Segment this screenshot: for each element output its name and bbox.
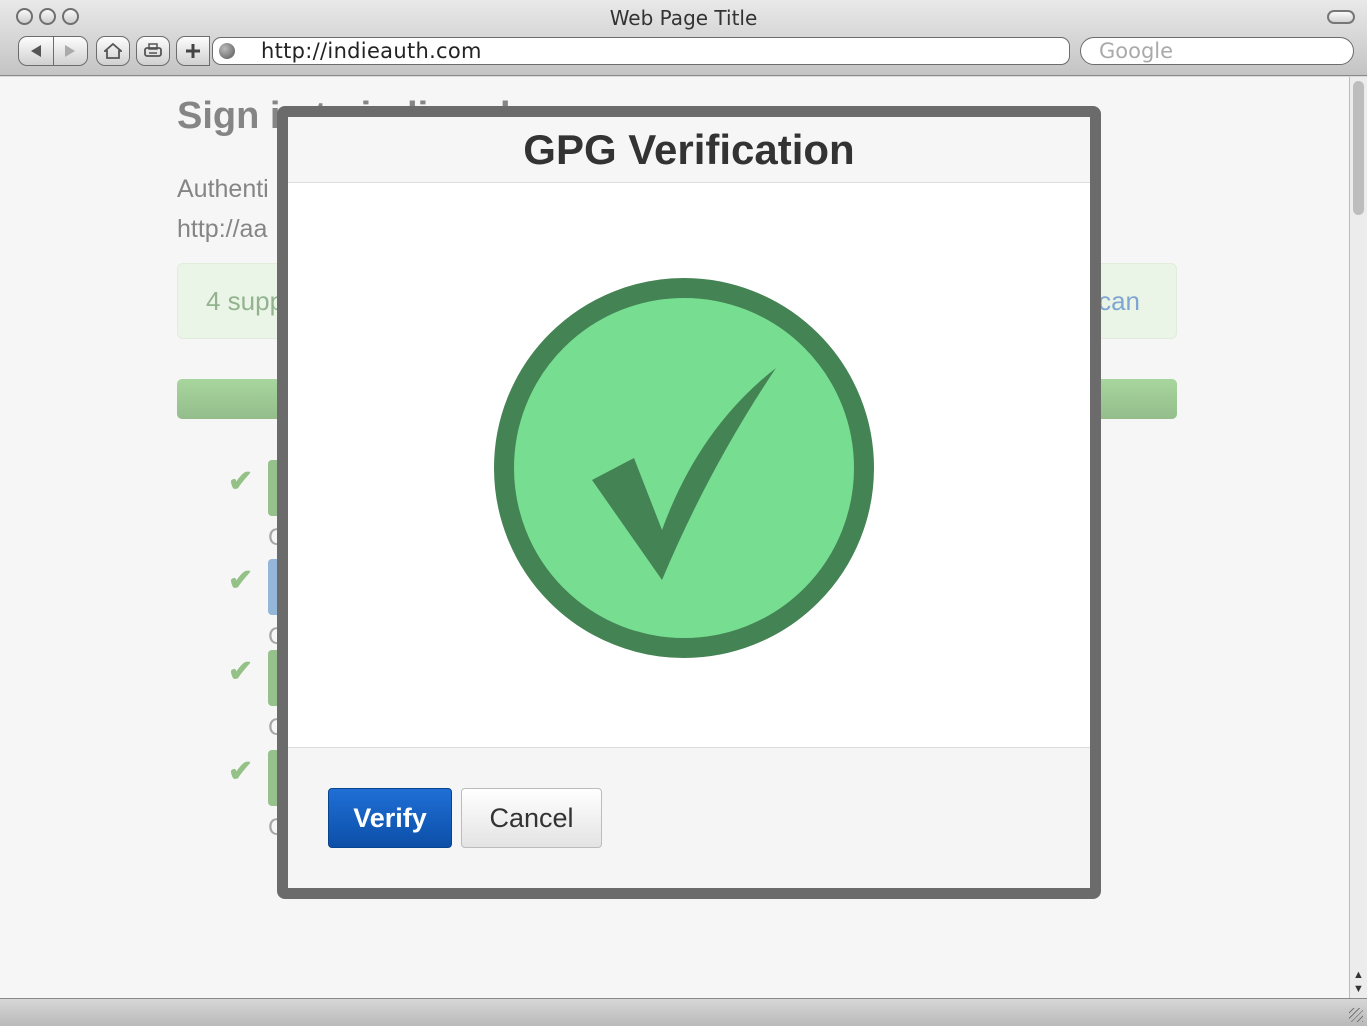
scroll-up-icon[interactable]: ▲ (1352, 969, 1365, 982)
home-icon (104, 43, 122, 59)
modal-header: GPG Verification (288, 117, 1090, 183)
back-button[interactable] (19, 37, 53, 65)
gpg-verification-dialog: GPG Verification Verify Cancel (288, 117, 1090, 888)
back-icon (30, 45, 41, 57)
add-bookmark-button[interactable] (176, 36, 210, 66)
search-placeholder: Google (1099, 39, 1174, 63)
scroll-down-icon[interactable]: ▼ (1352, 983, 1365, 996)
address-bar-text: http://indieauth.com (261, 39, 482, 63)
modal-body (288, 183, 1090, 747)
add-bookmark-icon (186, 44, 200, 58)
nav-buttons (18, 36, 88, 66)
forward-icon (65, 45, 76, 57)
search-field[interactable]: Google (1080, 37, 1354, 65)
globe-icon (219, 43, 235, 59)
checkmark-circle-icon (494, 278, 874, 658)
window-title: Web Page Title (609, 6, 758, 30)
home-button[interactable] (96, 36, 130, 66)
vertical-scrollbar[interactable]: ▲ ▼ (1349, 77, 1367, 998)
scrollbar-thumb[interactable] (1353, 81, 1364, 215)
forward-button[interactable] (52, 37, 88, 65)
status-bar (0, 998, 1367, 1026)
modal-footer: Verify Cancel (288, 747, 1090, 888)
toolbar-toggle-button[interactable] (1327, 10, 1355, 24)
print-icon (144, 43, 162, 57)
resize-grip-icon[interactable] (1349, 1008, 1363, 1022)
verify-button[interactable]: Verify (328, 788, 452, 848)
browser-toolbar: Web Page Title http://indieauth.com Goog… (0, 0, 1367, 76)
modal-frame: GPG Verification Verify Cancel (277, 106, 1101, 899)
address-bar[interactable]: http://indieauth.com (212, 37, 1070, 65)
modal-title: GPG Verification (523, 125, 855, 173)
print-button[interactable] (136, 36, 170, 66)
cancel-button[interactable]: Cancel (461, 788, 602, 848)
